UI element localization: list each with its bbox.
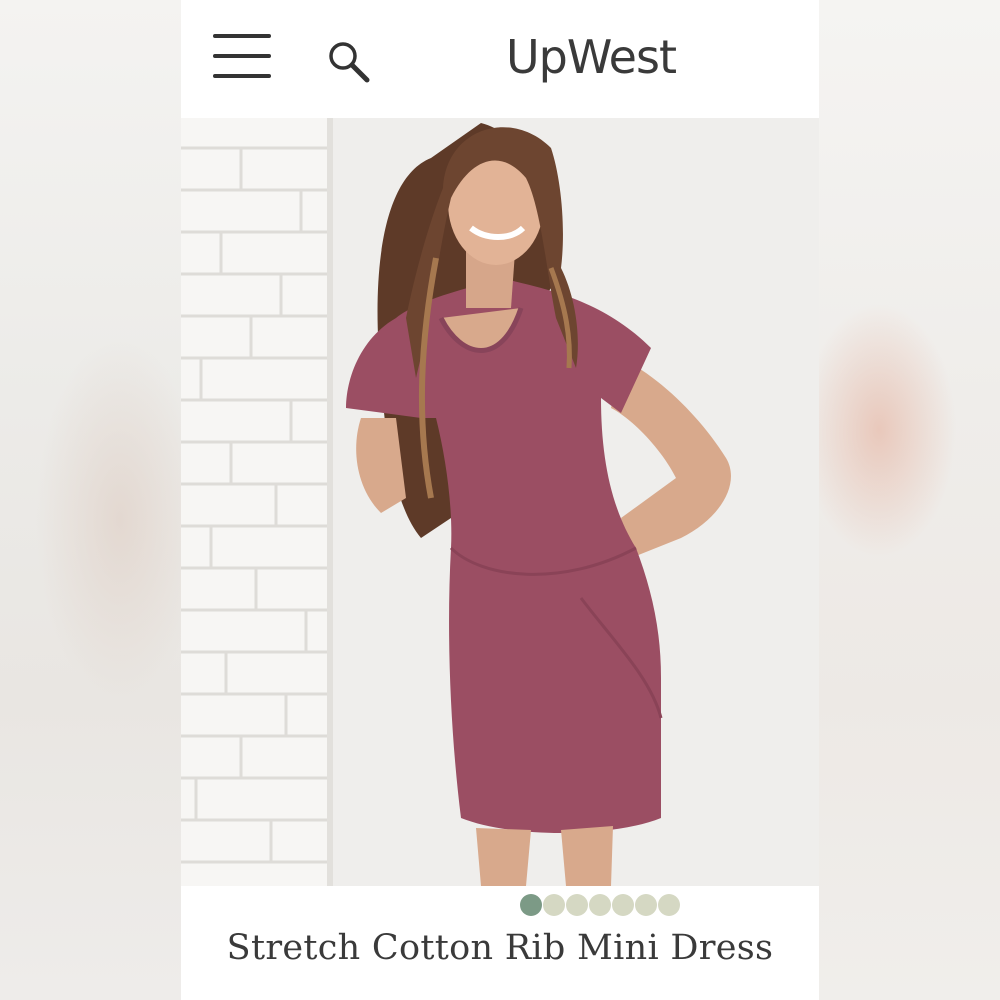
hamburger-menu-icon[interactable]	[213, 34, 271, 80]
blurred-background-right	[819, 0, 1000, 1000]
search-icon[interactable]	[327, 40, 371, 84]
color-swatch[interactable]	[566, 894, 588, 916]
product-title[interactable]: Stretch Cotton Rib Mini Dress	[181, 928, 819, 968]
color-swatch[interactable]	[658, 894, 680, 916]
site-header: UpWest	[181, 0, 819, 118]
color-swatch[interactable]	[635, 894, 657, 916]
color-swatch[interactable]	[543, 894, 565, 916]
color-swatch[interactable]	[612, 894, 634, 916]
color-swatch[interactable]	[520, 894, 542, 916]
brand-logo[interactable]: UpWest	[481, 22, 701, 92]
product-page: UpWest Stretch Cotton Rib Mini Dress	[181, 0, 819, 1000]
color-swatch[interactable]	[589, 894, 611, 916]
product-image[interactable]	[181, 118, 819, 886]
color-swatch-selector	[520, 894, 680, 916]
blurred-background-left	[0, 0, 181, 1000]
